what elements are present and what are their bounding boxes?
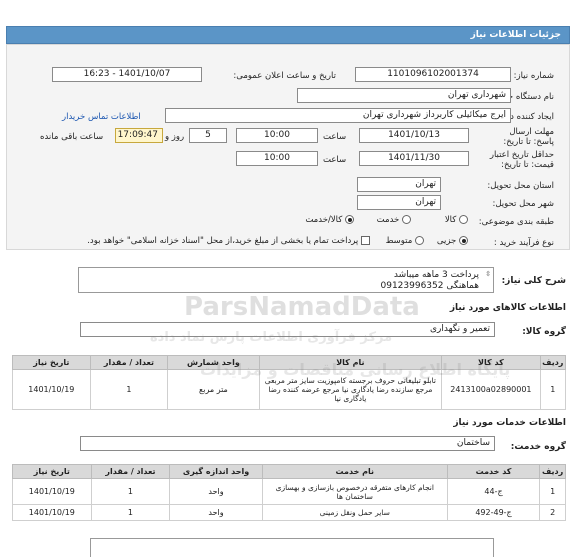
table-row[interactable]: 2 ج-49-492 سایر حمل ونقل زمینی واحد 1 14… — [12, 504, 566, 521]
cell-code: ج-49-492 — [446, 504, 541, 521]
services-group-label: گروه خدمت: — [510, 442, 566, 452]
treasury-payment-option[interactable]: پرداخت تمام یا بخشی از مبلغ خرید،از محل … — [87, 236, 370, 246]
description-line-2: هماهنگی 09123996352 — [380, 281, 480, 291]
services-table: ردیف کد خدمت نام خدمت واحد اندازه گیری ت… — [12, 464, 566, 521]
cell-row: 1 — [539, 478, 566, 505]
cell-qty: 1 — [90, 504, 171, 521]
col-date: تاریخ نیاز — [12, 355, 91, 370]
validity-time-label: ساعت — [323, 155, 347, 165]
col-unit: واحد شمارش — [167, 355, 260, 370]
cell-date: 1401/10/19 — [12, 478, 92, 505]
cell-date: 1401/10/19 — [12, 504, 92, 521]
page-title: جزئیات اطلاعات نیاز — [470, 30, 561, 40]
goods-table-header: ردیف کد کالا نام کالا واحد شمارش تعداد /… — [12, 355, 567, 370]
cell-name: سایر حمل ونقل زمینی — [261, 504, 448, 521]
col-name: نام کالا — [258, 355, 443, 370]
buyer-contact-link[interactable]: اطلاعات تماس خریدار — [62, 112, 141, 122]
province-field: تهران — [357, 177, 441, 192]
days-field: 5 — [189, 128, 227, 143]
goods-group-field: تعمیر و نگهداری — [80, 322, 495, 337]
buyer-org-field: شهرداری تهران — [297, 88, 511, 103]
services-group-field: ساختمان — [80, 436, 495, 451]
deadline-label: مهلت ارسال پاسخ: تا تاریخ: — [503, 127, 554, 147]
need-number-field: 1101096102001374 — [355, 67, 511, 82]
need-number-label: شماره نیاز: — [513, 71, 554, 81]
radio-goods[interactable] — [459, 215, 468, 224]
remaining-time-field: 17:09:47 — [115, 128, 163, 143]
description-box[interactable]: پرداخت 3 ماهه میباشد هماهنگی 09123996352… — [78, 267, 494, 293]
deadline-date-field: 1401/10/13 — [359, 128, 469, 143]
validity-time-field: 10:00 — [236, 151, 318, 166]
category-label: طبقه بندی موضوعی: — [478, 217, 554, 227]
cell-name: تابلو تبلیغاتی حروف برجسته کامپوزیت سایز… — [258, 369, 443, 410]
cell-row: 1 — [539, 369, 567, 410]
radio-service[interactable] — [402, 215, 411, 224]
col-name: نام خدمت — [261, 464, 448, 479]
city-label: شهر محل تحویل: — [492, 199, 554, 209]
radio-medium[interactable] — [415, 236, 424, 245]
process-option-medium[interactable]: متوسط — [386, 236, 424, 246]
category-option-goods[interactable]: کالا — [445, 215, 468, 225]
table-row[interactable]: 1 2413100a02890001 تابلو تبلیغاتی حروف ب… — [12, 369, 567, 410]
services-table-header: ردیف کد خدمت نام خدمت واحد اندازه گیری ت… — [12, 464, 566, 479]
services-section-title: اطلاعات خدمات مورد نیاز — [453, 418, 566, 428]
goods-group-label: گروه کالا: — [522, 327, 566, 337]
deadline-time-field: 10:00 — [236, 128, 318, 143]
cell-name: انجام کارهای متفرقه درخصوص بازسازی و بهس… — [261, 478, 448, 505]
col-code: کد کالا — [441, 355, 541, 370]
resize-chevron-icon: ⇳ — [485, 270, 491, 278]
province-label: استان محل تحویل: — [487, 181, 554, 191]
cell-code: 2413100a02890001 — [441, 369, 541, 410]
col-code: کد خدمت — [446, 464, 541, 479]
col-unit: واحد اندازه گیری — [169, 464, 263, 479]
goods-table: ردیف کد کالا نام کالا واحد شمارش تعداد /… — [12, 355, 567, 410]
announce-field: 1401/10/07 - 16:23 — [52, 67, 202, 82]
col-date: تاریخ نیاز — [12, 464, 92, 479]
cell-qty: 1 — [89, 369, 169, 410]
treasury-checkbox[interactable] — [361, 236, 370, 245]
city-field: تهران — [357, 195, 441, 210]
remaining-label: ساعت باقی مانده — [40, 132, 104, 142]
cell-qty: 1 — [90, 478, 171, 505]
cell-unit: واحد — [169, 478, 263, 505]
table-row[interactable]: 1 ج-44 انجام کارهای متفرقه درخصوص بازساز… — [12, 478, 566, 505]
validity-date-field: 1401/11/30 — [359, 151, 469, 166]
col-qty: تعداد / مقدار — [90, 464, 171, 479]
goods-section-title: اطلاعات کالاهای مورد نیاز — [449, 303, 566, 313]
category-option-goods-service[interactable]: کالا/خدمت — [305, 215, 354, 225]
days-label: روز و — [165, 132, 185, 142]
cell-row: 2 — [539, 504, 566, 521]
radio-goods-service[interactable] — [345, 215, 354, 224]
cell-code: ج-44 — [446, 478, 541, 505]
col-qty: تعداد / مقدار — [89, 355, 169, 370]
cell-unit: متر مربع — [167, 369, 260, 410]
validity-label: حداقل تاریخ اعتبار قیمت: تا تاریخ: — [489, 150, 554, 170]
process-option-minor[interactable]: جزیی — [437, 236, 468, 246]
cell-date: 1401/10/19 — [12, 369, 91, 410]
process-label: نوع فرآیند خرید : — [493, 238, 554, 248]
description-line-1: پرداخت 3 ماهه میباشد — [393, 270, 479, 280]
creator-field: ایرج میکائیلی کاربرداز شهرداری تهران — [165, 108, 511, 123]
col-row: ردیف — [539, 355, 567, 370]
watermark-brand: ParsNamadData — [184, 292, 420, 322]
announce-label: تاریخ و ساعت اعلان عمومی: — [233, 71, 336, 81]
col-row: ردیف — [539, 464, 566, 479]
page-title-bar: جزئیات اطلاعات نیاز — [6, 26, 570, 44]
bottom-notes-box[interactable] — [90, 538, 494, 557]
category-option-service[interactable]: خدمت — [377, 215, 411, 225]
description-label: شرح کلی نیاز: — [501, 276, 566, 286]
radio-minor[interactable] — [459, 236, 468, 245]
cell-unit: واحد — [169, 504, 263, 521]
deadline-time-label: ساعت — [323, 132, 347, 142]
